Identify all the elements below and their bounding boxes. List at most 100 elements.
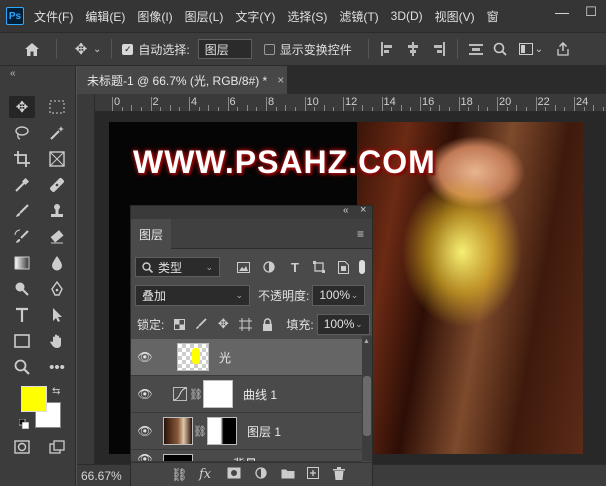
- menu-layer[interactable]: 图层(L): [185, 8, 224, 25]
- fx-icon[interactable]: fx: [199, 467, 211, 482]
- collapse-icon[interactable]: «: [343, 205, 349, 216]
- eraser-tool-icon[interactable]: [44, 226, 70, 248]
- lock-all-icon[interactable]: [260, 317, 274, 331]
- lock-artboard-icon[interactable]: [238, 317, 252, 331]
- panel-menu-icon[interactable]: ≡: [357, 227, 364, 241]
- align-center-icon[interactable]: [405, 42, 421, 56]
- home-icon[interactable]: [22, 42, 42, 57]
- adjustment-layer-icon[interactable]: [255, 467, 267, 482]
- menu-type[interactable]: 文字(Y): [235, 8, 275, 25]
- chevron-down-icon[interactable]: ⌄: [535, 44, 543, 55]
- trash-icon[interactable]: [333, 467, 345, 483]
- filter-pixel-icon[interactable]: [236, 261, 250, 273]
- minimize-button[interactable]: —: [548, 0, 576, 24]
- magic-wand-tool-icon[interactable]: [44, 122, 70, 144]
- default-colors-icon[interactable]: [18, 418, 29, 429]
- eye-icon[interactable]: 👁: [131, 387, 159, 401]
- blend-mode-dropdown[interactable]: 叠加 ⌄: [135, 284, 250, 306]
- layer-row-layer1[interactable]: 👁 ⛓ 图层 1: [131, 413, 362, 450]
- align-right-icon[interactable]: [431, 42, 447, 56]
- scrollbar-thumb[interactable]: [363, 376, 371, 436]
- crop-tool-icon[interactable]: [9, 148, 35, 170]
- document-tab[interactable]: 未标题-1 @ 66.7% (光, RGB/8#) * ×: [77, 66, 287, 94]
- lock-position-icon[interactable]: ✥: [216, 316, 230, 332]
- eyedropper-tool-icon[interactable]: [9, 174, 35, 196]
- layer-mask-thumbnail[interactable]: [207, 417, 237, 445]
- collapse-icon[interactable]: «: [10, 68, 16, 79]
- menu-view[interactable]: 视图(V): [435, 8, 475, 25]
- filter-toggle[interactable]: [359, 260, 365, 274]
- healing-brush-tool-icon[interactable]: [44, 174, 70, 196]
- filter-adjustment-icon[interactable]: [262, 261, 276, 273]
- layer-name[interactable]: 背景: [233, 455, 257, 461]
- new-layer-icon[interactable]: [307, 467, 319, 482]
- layer-mask-thumbnail[interactable]: [203, 380, 233, 408]
- vertical-ruler[interactable]: [77, 94, 95, 464]
- chain-link-icon[interactable]: ⛓: [193, 425, 207, 438]
- menu-file[interactable]: 文件(F): [34, 8, 73, 25]
- layer-thumbnail[interactable]: [163, 417, 193, 445]
- maximize-button[interactable]: ☐: [577, 0, 605, 24]
- filter-smart-object-icon[interactable]: [336, 260, 350, 274]
- type-tool-icon[interactable]: [9, 304, 35, 326]
- marquee-tool-icon[interactable]: [44, 96, 70, 118]
- swap-colors-icon[interactable]: ⇆: [52, 386, 60, 397]
- chevron-down-icon[interactable]: ⌄: [93, 44, 101, 55]
- tab-layers[interactable]: 图层: [131, 219, 171, 249]
- layer-row-background[interactable]: 👁 背景: [131, 450, 362, 462]
- history-brush-tool-icon[interactable]: [9, 226, 35, 248]
- menu-filter[interactable]: 滤镜(T): [339, 8, 378, 25]
- zoom-level[interactable]: 66.67%: [81, 469, 122, 483]
- path-selection-tool-icon[interactable]: [44, 304, 70, 326]
- pen-tool-icon[interactable]: [44, 278, 70, 300]
- menu-edit[interactable]: 编辑(E): [85, 8, 125, 25]
- share-icon[interactable]: [555, 42, 571, 56]
- menu-3d[interactable]: 3D(D): [391, 9, 423, 23]
- auto-select-checkbox[interactable]: ✓: [122, 43, 134, 55]
- menu-image[interactable]: 图像(I): [137, 8, 172, 25]
- auto-select-dropdown[interactable]: 图层: [197, 39, 252, 59]
- eye-icon[interactable]: 👁: [131, 350, 159, 364]
- layer-name[interactable]: 图层 1: [247, 423, 281, 440]
- fill-input[interactable]: 100% ⌄: [316, 313, 370, 335]
- lock-pixels-icon[interactable]: [194, 318, 208, 330]
- layer-thumbnail[interactable]: [177, 343, 209, 371]
- filter-shape-icon[interactable]: [312, 261, 326, 273]
- distribute-icon[interactable]: [468, 42, 484, 56]
- quick-mask-icon[interactable]: [9, 436, 35, 458]
- screen-mode-icon[interactable]: [44, 436, 70, 458]
- menu-select[interactable]: 选择(S): [287, 8, 327, 25]
- close-icon[interactable]: ×: [277, 73, 284, 87]
- chain-link-icon[interactable]: ⛓: [189, 388, 203, 401]
- filter-kind-dropdown[interactable]: 类型 ⌄: [135, 257, 220, 277]
- menu-window[interactable]: 窗: [487, 8, 499, 25]
- zoom-tool-icon[interactable]: [9, 356, 35, 378]
- show-transform-checkbox[interactable]: [263, 43, 275, 55]
- layer-row-curves[interactable]: 👁 ⛓ 曲线 1: [131, 376, 362, 413]
- eye-icon[interactable]: 👁: [131, 424, 159, 438]
- dodge-tool-icon[interactable]: [9, 278, 35, 300]
- scroll-up-icon[interactable]: ▲: [363, 338, 370, 345]
- layer-name[interactable]: 曲线 1: [243, 386, 277, 403]
- panel-header[interactable]: « ×: [131, 204, 372, 219]
- stamp-tool-icon[interactable]: [44, 200, 70, 222]
- lasso-tool-icon[interactable]: [9, 122, 35, 144]
- blur-tool-icon[interactable]: [44, 252, 70, 274]
- layer-name[interactable]: 光: [219, 349, 231, 366]
- move-tool-icon[interactable]: ✥: [71, 40, 91, 58]
- opacity-input[interactable]: 100% ⌄: [312, 284, 366, 306]
- hand-tool-icon[interactable]: [44, 330, 70, 352]
- gradient-tool-icon[interactable]: [9, 252, 35, 274]
- rectangle-tool-icon[interactable]: [9, 330, 35, 352]
- layers-scrollbar[interactable]: ▲: [362, 336, 372, 461]
- filter-type-icon[interactable]: T: [288, 260, 302, 275]
- align-left-icon[interactable]: [379, 42, 395, 56]
- link-layers-icon[interactable]: ⛓: [171, 467, 188, 483]
- layer-thumbnail[interactable]: [163, 454, 193, 461]
- frame-tool-icon[interactable]: [44, 148, 70, 170]
- horizontal-ruler[interactable]: 0 2 4 6 8 10 12 14 16 18 20 22 24: [95, 94, 606, 112]
- search-icon[interactable]: [492, 42, 508, 56]
- layer-row-light[interactable]: 👁 光: [131, 339, 362, 376]
- foreground-color-swatch[interactable]: [21, 386, 47, 412]
- eye-icon[interactable]: 👁: [131, 452, 159, 461]
